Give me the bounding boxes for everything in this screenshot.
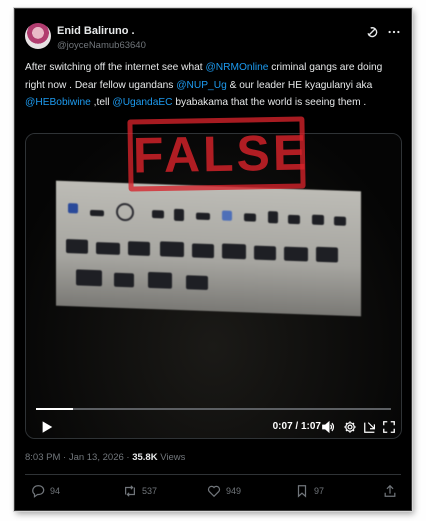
video-progress-fill <box>36 408 73 410</box>
tweet-meta: 8:03 PM · Jan 13, 2026 · 35.8K Views <box>25 452 185 463</box>
fullscreen-icon[interactable] <box>382 420 396 434</box>
like-count: 949 <box>226 486 242 496</box>
video-frame <box>26 134 401 438</box>
views-count: 35.8K <box>132 452 158 463</box>
divider <box>25 474 401 475</box>
picture-in-picture-icon[interactable] <box>363 420 377 434</box>
mention-link[interactable]: @UgandaEC <box>112 97 172 108</box>
more-options-icon[interactable] <box>387 25 401 39</box>
tweet-text-segment: After switching off the internet see wha… <box>25 62 206 73</box>
repost-icon <box>125 485 135 497</box>
reply-count: 94 <box>50 486 61 496</box>
video-progress-bar[interactable] <box>36 408 391 410</box>
like-button[interactable]: 949 <box>207 482 241 500</box>
play-icon[interactable] <box>40 420 54 434</box>
repost-button[interactable]: 537 <box>123 482 157 500</box>
share-icon <box>384 484 396 497</box>
tweet-timestamp[interactable]: 8:03 PM · Jan 13, 2026 <box>25 452 124 463</box>
tweet-text: After switching off the internet see wha… <box>25 59 400 112</box>
volume-icon[interactable] <box>321 420 335 434</box>
video-time: 0:07 / 1:07 <box>272 421 321 432</box>
tweet-header: Enid Baliruno . @joyceNamub63640 <box>25 23 401 63</box>
meta-separator: · <box>126 452 130 463</box>
grok-icon[interactable] <box>365 25 379 39</box>
display-name[interactable]: Enid Baliruno . <box>57 25 135 37</box>
tweet-actions: 94 537 949 97 <box>25 482 401 500</box>
tweet-card: Enid Baliruno . @joyceNamub63640 After s… <box>14 8 412 511</box>
settings-gear-icon[interactable] <box>343 420 357 434</box>
tweet-text-segment: byabakama that the world is seeing them … <box>172 97 367 108</box>
user-handle[interactable]: @joyceNamub63640 <box>57 40 146 51</box>
bookmark-icon <box>297 485 307 498</box>
mention-link[interactable]: @NUP_Ug <box>176 80 227 91</box>
tweet-text-segment: & our leader HE kyagulanyi aka <box>226 79 373 91</box>
repost-count: 537 <box>142 486 158 496</box>
mention-link[interactable]: @NRMOnline <box>205 62 268 73</box>
tweet-text-segment: ,tell <box>90 97 113 108</box>
video-player[interactable]: 0:07 / 1:07 <box>25 133 402 439</box>
mention-link[interactable]: @HEBobiwine <box>25 97 91 108</box>
share-button[interactable] <box>383 482 397 500</box>
bookmark-count: 97 <box>314 486 325 496</box>
bookmark-button[interactable]: 97 <box>295 482 324 500</box>
reply-button[interactable]: 94 <box>31 482 60 500</box>
reply-icon <box>32 485 45 498</box>
heart-icon <box>207 485 221 498</box>
ballot-paper-image <box>56 180 361 317</box>
avatar[interactable] <box>25 23 51 49</box>
views-label: Views <box>160 452 186 463</box>
